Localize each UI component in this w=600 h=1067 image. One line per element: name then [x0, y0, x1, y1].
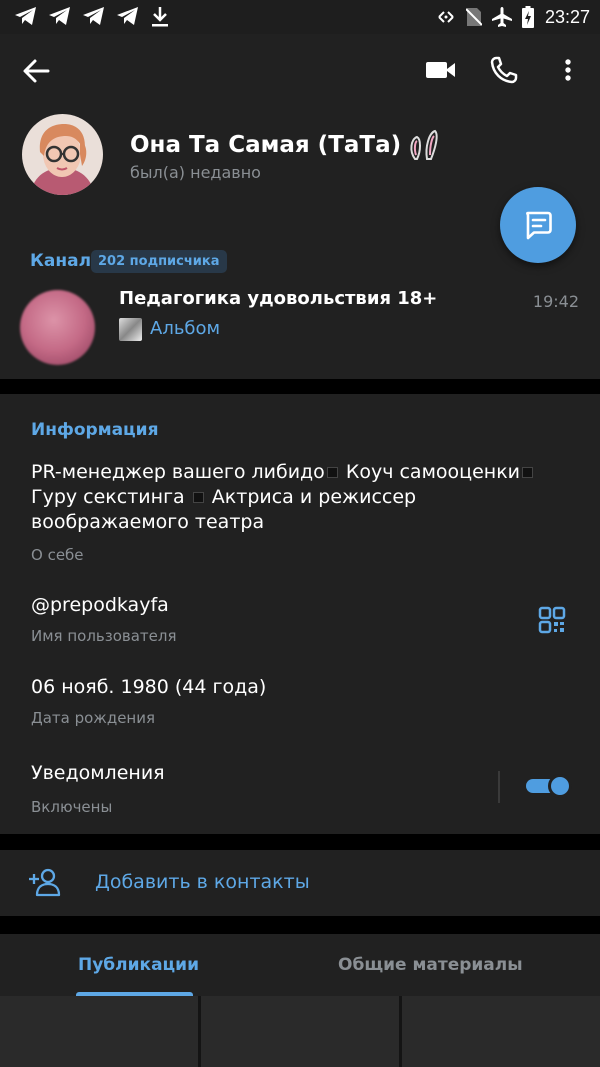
message-fab[interactable] [500, 187, 576, 263]
emoji-square-icon [522, 467, 534, 478]
telegram-icon [83, 7, 104, 25]
channel-avatar [20, 290, 95, 365]
channel-title: Педагогика удовольствия 18+ [119, 288, 438, 309]
airplane-icon [491, 7, 512, 27]
notifications-status: Включены [31, 798, 113, 816]
divider [498, 771, 500, 803]
username-value[interactable]: @prepodkayfa [31, 594, 169, 616]
video-call-button[interactable] [424, 54, 458, 86]
add-contact-row[interactable]: Добавить в контакты [0, 850, 600, 916]
bio-text[interactable]: PR-менеджер вашего либидо Коуч самооценк… [31, 460, 571, 535]
call-button[interactable] [487, 54, 521, 86]
username-label: Имя пользователя [31, 627, 177, 645]
add-contact-label: Добавить в контакты [95, 871, 310, 893]
qr-code-icon[interactable] [538, 606, 566, 634]
more-vertical-icon [565, 59, 571, 81]
phone-icon [490, 56, 518, 84]
media-cell[interactable] [402, 996, 600, 1067]
tab-publications[interactable]: Публикации [78, 955, 199, 975]
profile-last-seen: был(а) недавно [130, 163, 261, 182]
status-bar: 23:27 [0, 0, 600, 34]
battery-charging-icon [521, 6, 534, 28]
bio-part: PR-менеджер вашего либидо [31, 461, 325, 483]
media-tabs: Публикации Общие материалы [0, 934, 600, 996]
bio-part: Коуч самооценки [339, 461, 521, 483]
bunny-ears-icon [410, 129, 438, 160]
tab-shared-media[interactable]: Общие материалы [338, 955, 523, 975]
album-thumbnail [119, 318, 142, 341]
message-icon [526, 211, 552, 240]
status-time: 23:27 [544, 6, 590, 27]
channel-last-message: Альбом [150, 318, 221, 339]
data-saver-icon [438, 11, 454, 23]
telegram-icon [117, 7, 138, 25]
notifications-toggle[interactable] [526, 774, 572, 798]
emoji-square-icon [326, 467, 338, 478]
video-camera-icon [426, 62, 455, 78]
avatar-image [22, 114, 103, 195]
bio-label: О себе [31, 546, 84, 564]
channel-time: 19:42 [532, 292, 579, 311]
bio-part: Гуру секстинга [31, 486, 185, 508]
profile-header: Она Та Самая (ТаТа) был(а) недавно [0, 34, 600, 224]
profile-name: Она Та Самая (ТаТа) [130, 132, 402, 158]
back-arrow-icon[interactable] [20, 56, 54, 86]
profile-avatar[interactable] [22, 114, 103, 195]
profile-name-row: Она Та Самая (ТаТа) [130, 129, 441, 161]
emoji-square-icon [192, 492, 204, 503]
media-cell[interactable] [201, 996, 399, 1067]
telegram-icon [49, 7, 70, 25]
telegram-icon [15, 7, 36, 25]
download-icon [152, 7, 168, 27]
subscribers-badge: 202 подписчика [91, 250, 227, 273]
notifications-label[interactable]: Уведомления [31, 762, 165, 784]
media-grid [0, 996, 600, 1067]
birthday-label: Дата рождения [31, 709, 155, 727]
info-section: Информация PR-менеджер вашего либидо Коу… [0, 394, 600, 834]
birthday-value: 06 нояб. 1980 (44 года) [31, 676, 267, 698]
channel-label: Канал [30, 251, 92, 271]
no-sim-icon [465, 8, 482, 26]
info-title: Информация [31, 420, 159, 440]
media-cell[interactable] [0, 996, 198, 1067]
add-person-icon [29, 868, 61, 897]
more-menu-button[interactable] [551, 54, 585, 86]
